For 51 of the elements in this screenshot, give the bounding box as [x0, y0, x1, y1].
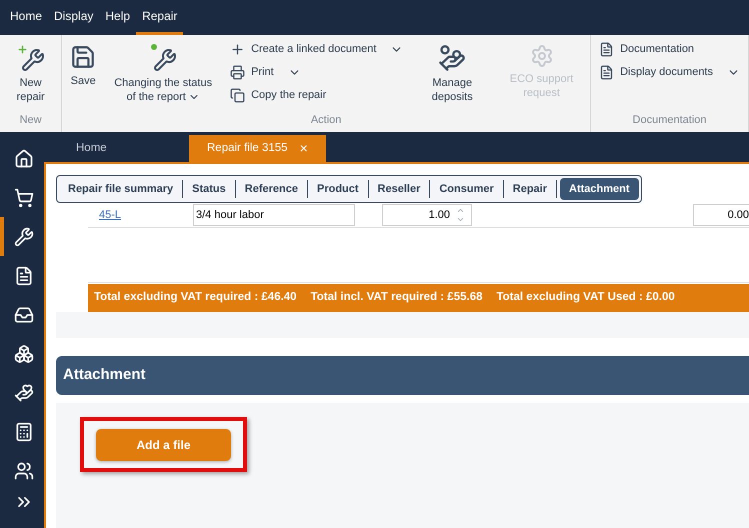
ribbon-menu-button[interactable]: Create a linked document: [230, 40, 404, 58]
total-text: Total excluding VAT Used : £0.00: [496, 290, 675, 306]
section-tab[interactable]: Status: [183, 178, 235, 200]
ribbon-menu-button[interactable]: Documentation: [599, 40, 740, 58]
ribbon-menu-button[interactable]: Copy the repair: [230, 86, 404, 104]
ribbon-button[interactable]: Save: [62, 40, 104, 88]
section-tab[interactable]: Repair file summary: [59, 178, 182, 200]
description-field[interactable]: 3/4 hour labor: [193, 204, 355, 226]
section-tab[interactable]: Reseller: [368, 178, 430, 200]
section-title: Attachment: [63, 365, 146, 386]
wrench-dot-icon: [149, 44, 178, 72]
home-icon: [14, 148, 34, 168]
section-tab[interactable]: Repair: [504, 178, 556, 200]
ribbon-menu-button[interactable]: Print: [230, 63, 404, 81]
calculator-icon: [14, 422, 34, 442]
ribbon-button[interactable]: New repair: [0, 40, 62, 104]
document-tab[interactable]: Home: [44, 135, 189, 162]
printer-icon: [230, 64, 246, 80]
save-icon: [70, 44, 96, 70]
section-tab[interactable]: Product: [308, 178, 368, 200]
section-tab[interactable]: Attachment: [560, 178, 639, 200]
total-text: Total incl. VAT required : £55.68: [310, 290, 482, 306]
amount-field[interactable]: 0.00: [693, 204, 749, 226]
section-tab[interactable]: Consumer: [430, 178, 503, 200]
menu-tab[interactable]: Help: [99, 0, 136, 35]
total-text: Total excluding VAT required : £46.40: [94, 290, 297, 306]
ribbon-button[interactable]: Manage deposits: [411, 40, 494, 104]
section-tab[interactable]: Reference: [236, 178, 307, 200]
document-icon: [599, 42, 614, 56]
ribbon-menu-button[interactable]: Display documents: [599, 63, 740, 81]
hand-coins-icon: [438, 44, 466, 72]
cart-icon: [14, 188, 34, 208]
ribbon-button[interactable]: Changing the status of the report: [104, 40, 222, 104]
gear-icon: [530, 44, 554, 68]
document-icon: [599, 64, 614, 80]
menu-tab[interactable]: Display: [48, 0, 100, 35]
boxes-icon: [14, 344, 34, 364]
copy-icon: [230, 88, 246, 102]
people-icon: [14, 460, 34, 480]
inbox-icon: [14, 304, 34, 324]
ribbon-group-label: Documentation: [632, 112, 708, 128]
quantity-field[interactable]: 1.00: [382, 204, 472, 226]
menu-tab[interactable]: Home: [4, 0, 48, 35]
hand-heart-icon: [14, 382, 34, 402]
document-icon: [14, 266, 34, 286]
plus-icon: [230, 42, 246, 56]
product-code-link[interactable]: 45-L: [88, 206, 193, 224]
wrench-plus-icon: [16, 44, 45, 72]
ribbon-group-label: New: [18, 112, 43, 128]
ribbon-group-label: Action: [310, 112, 342, 128]
wrench-icon: [14, 226, 34, 246]
